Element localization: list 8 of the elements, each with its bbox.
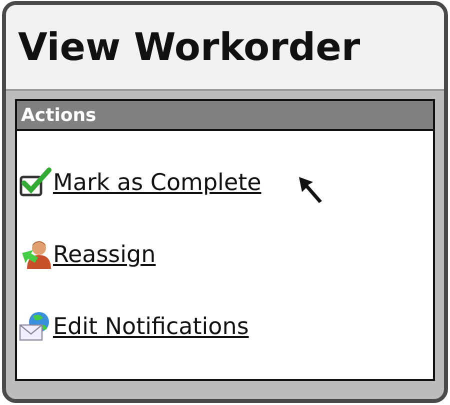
window-title: View Workorder: [18, 25, 360, 69]
person-arrow-icon: [19, 239, 53, 269]
panel-header: Actions: [17, 101, 433, 131]
action-link[interactable]: Edit Notifications: [53, 313, 249, 341]
action-link[interactable]: Reassign: [53, 241, 156, 269]
mouse-pointer-icon: [297, 175, 325, 205]
action-link[interactable]: Mark as Complete: [53, 169, 262, 197]
checkbox-tick-icon: [19, 167, 53, 197]
